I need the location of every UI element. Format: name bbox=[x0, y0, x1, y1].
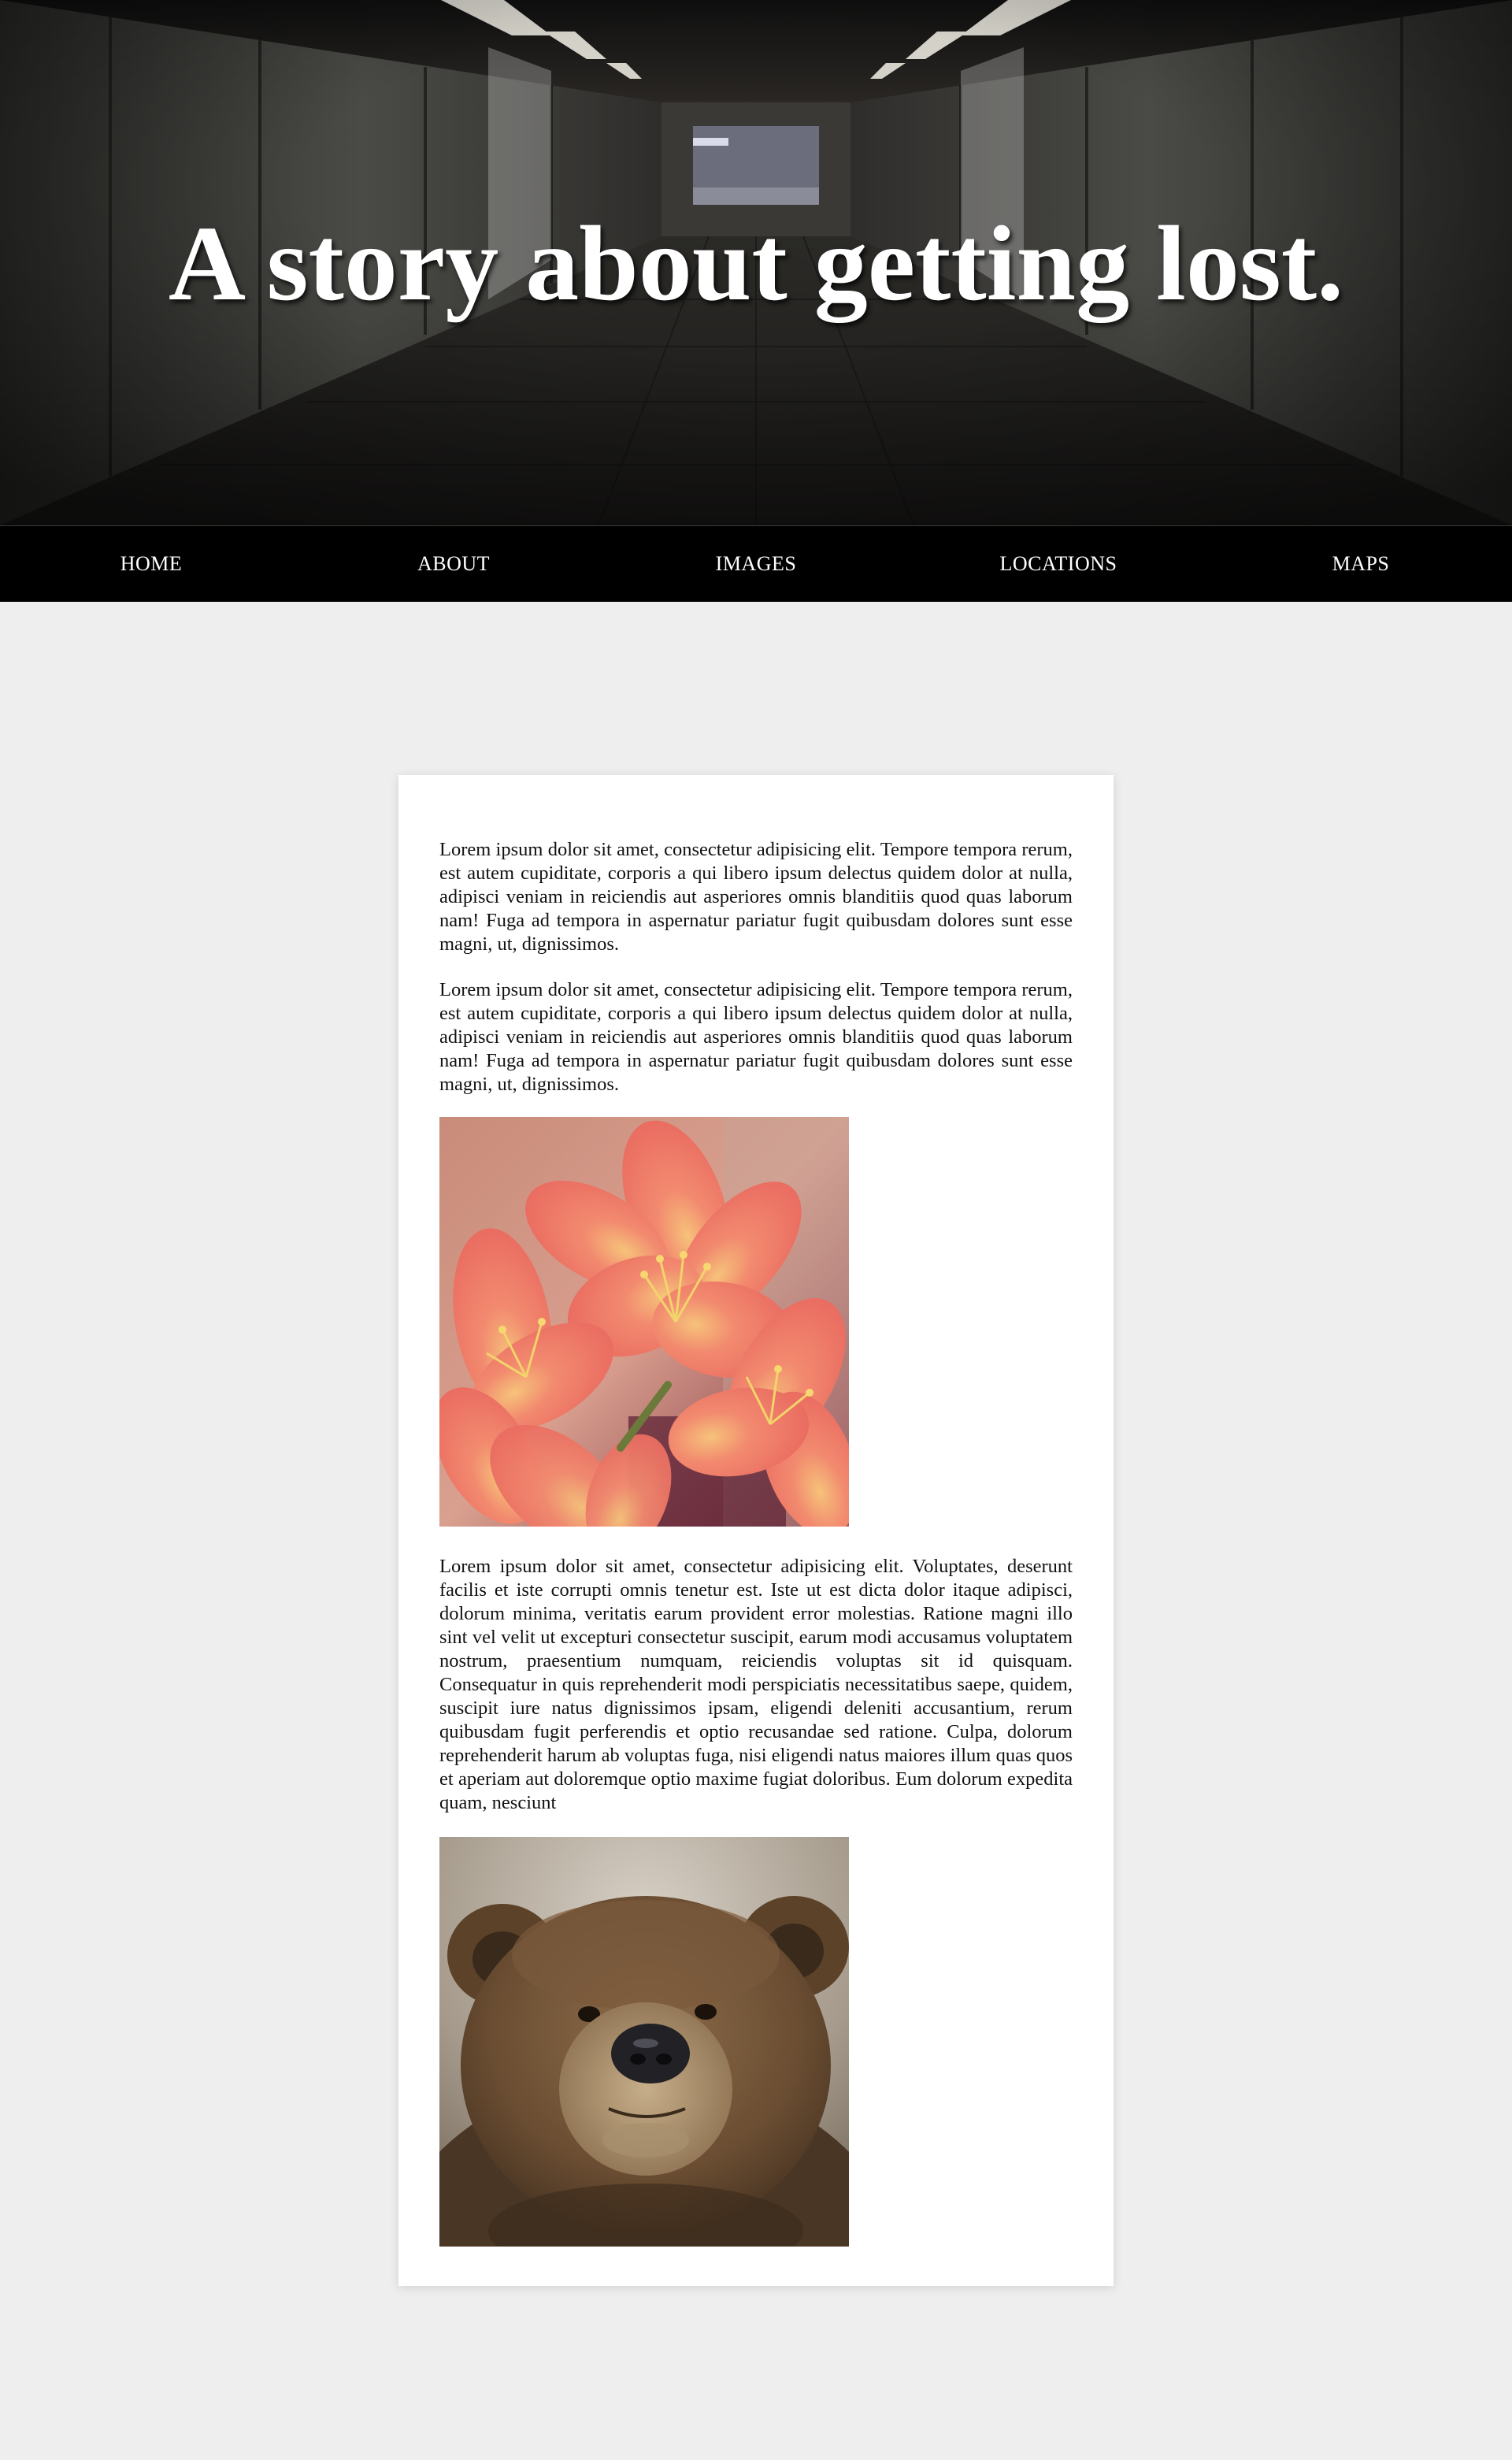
article-paragraph-2: Lorem ipsum dolor sit amet, consectetur … bbox=[439, 979, 1073, 1095]
flower-image bbox=[439, 1117, 849, 1527]
article-card: Lorem ipsum dolor sit amet, consectetur … bbox=[398, 775, 1114, 2286]
nav-home-link[interactable]: HOME bbox=[0, 526, 302, 602]
page-title: A story about getting lost. bbox=[168, 205, 1344, 323]
nav-maps-link[interactable]: MAPS bbox=[1210, 526, 1512, 602]
nav-about-link[interactable]: ABOUT bbox=[302, 526, 605, 602]
article-paragraph-3: Lorem ipsum dolor sit amet, consectetur … bbox=[439, 1556, 1073, 1813]
hero-banner: A story about getting lost. bbox=[0, 0, 1512, 525]
bear-image bbox=[439, 1837, 849, 2247]
article-paragraph-1: Lorem ipsum dolor sit amet, consectetur … bbox=[439, 839, 1073, 955]
nav-images-link[interactable]: IMAGES bbox=[605, 526, 907, 602]
nav-locations-link[interactable]: LOCATIONS bbox=[907, 526, 1210, 602]
main-navigation: HOME ABOUT IMAGES LOCATIONS MAPS bbox=[0, 525, 1512, 602]
